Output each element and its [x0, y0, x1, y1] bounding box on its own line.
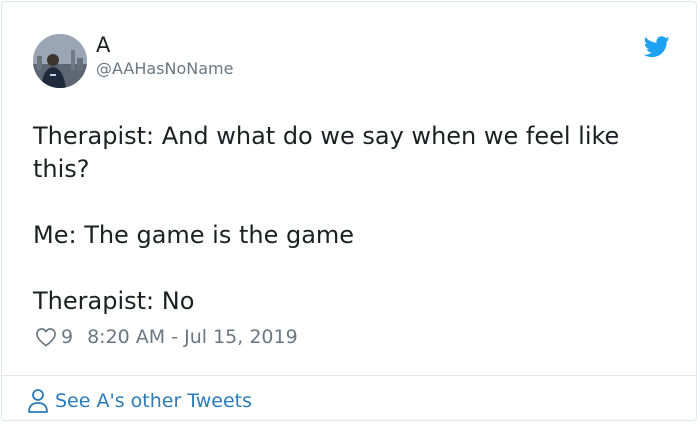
footer-divider	[2, 375, 696, 376]
like-count[interactable]: 9	[61, 326, 73, 348]
author-handle[interactable]: @AAHasNoName	[96, 59, 233, 79]
tweet-paragraph: Me: The game is the game	[33, 221, 355, 249]
tweet-paragraph: Therapist: No	[33, 287, 195, 315]
tweet-meta: 9 8:20 AM - Jul 15, 2019	[35, 324, 298, 350]
heart-icon[interactable]	[35, 327, 57, 347]
tweet-text: Therapist: And what do we say when we fe…	[33, 120, 653, 318]
see-other-tweets-label: See A's other Tweets	[55, 390, 253, 412]
avatar-photo	[33, 34, 87, 88]
tweet-timestamp[interactable]: 8:20 AM - Jul 15, 2019	[87, 326, 298, 348]
twitter-bird-icon[interactable]	[644, 36, 670, 58]
author-display-name[interactable]: A	[96, 32, 110, 58]
tweet-paragraph: Therapist: And what do we say when we fe…	[33, 122, 620, 183]
tweet-card: A @AAHasNoName Therapist: And what do we…	[1, 1, 697, 421]
person-icon	[28, 389, 48, 413]
avatar[interactable]	[33, 34, 87, 88]
see-other-tweets-link[interactable]: See A's other Tweets	[27, 387, 252, 415]
